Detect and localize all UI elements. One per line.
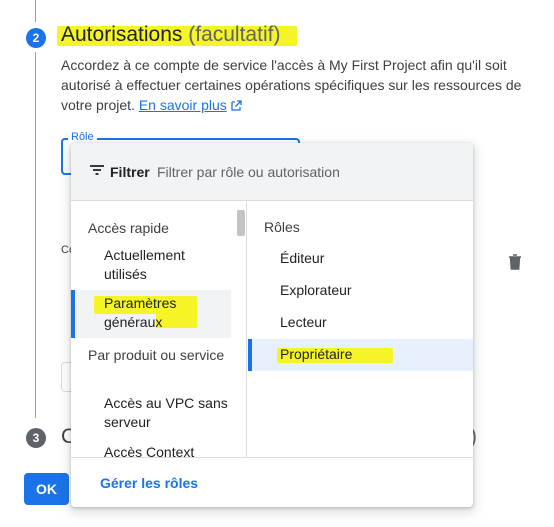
role-list: Rôles Éditeur Explorateur Lecteur Propri…	[248, 202, 473, 457]
section-title: Autorisations (facultatif)	[61, 23, 280, 47]
optional-tag: (facultatif)	[188, 23, 281, 46]
section-description: Accordez à ce compte de service l'accès …	[61, 55, 531, 115]
filter-bar[interactable]: Filtrer Filtrer par rôle ou autorisation	[71, 143, 473, 201]
filter-label: Filtrer	[110, 164, 150, 180]
group-heading: Par produit ou service	[88, 347, 225, 363]
role-field-label: Rôle	[68, 131, 97, 143]
category-item-clipped[interactable]: Accès Context	[104, 443, 246, 457]
description-text: Accordez à ce compte de service l'accès …	[61, 57, 522, 113]
external-link-icon	[231, 100, 242, 111]
section-title-text: Autorisations	[61, 23, 183, 46]
filter-input[interactable]: Filtrer par rôle ou autorisation	[157, 164, 340, 180]
role-item-editor[interactable]: Éditeur	[280, 250, 324, 266]
role-selected-indicator	[248, 339, 252, 371]
role-dropdown: Filtrer Filtrer par rôle ou autorisation…	[71, 143, 473, 507]
step-2-badge: 2	[26, 28, 46, 48]
category-item-general-settings[interactable]: Paramètres généraux	[104, 294, 229, 332]
manage-roles-link[interactable]: Gérer les rôles	[100, 475, 198, 491]
role-item-owner[interactable]: Propriétaire	[280, 346, 352, 362]
group-heading: Accès rapide	[88, 220, 169, 236]
learn-more-label: En savoir plus	[138, 97, 227, 113]
filter-icon	[90, 165, 104, 175]
roles-heading: Rôles	[264, 219, 300, 235]
category-list: Accès rapide Actuellement utilisés Param…	[71, 202, 247, 457]
learn-more-link[interactable]: En savoir plus	[139, 97, 242, 113]
stepper-line	[35, 0, 36, 22]
ok-button[interactable]: OK	[24, 473, 69, 505]
category-item-currently-used[interactable]: Actuellement utilisés	[104, 246, 229, 284]
scrollbar[interactable]	[237, 210, 245, 236]
delete-icon[interactable]	[508, 254, 522, 270]
role-item-browser[interactable]: Explorateur	[280, 282, 352, 298]
dropdown-footer: Gérer les rôles	[71, 457, 473, 507]
category-selected-indicator	[71, 290, 75, 338]
step-3-badge: 3	[26, 428, 46, 448]
stepper-line	[35, 52, 36, 418]
category-item-vpc-access[interactable]: Accès au VPC sans serveur	[104, 394, 229, 432]
role-item-viewer[interactable]: Lecteur	[280, 314, 327, 330]
